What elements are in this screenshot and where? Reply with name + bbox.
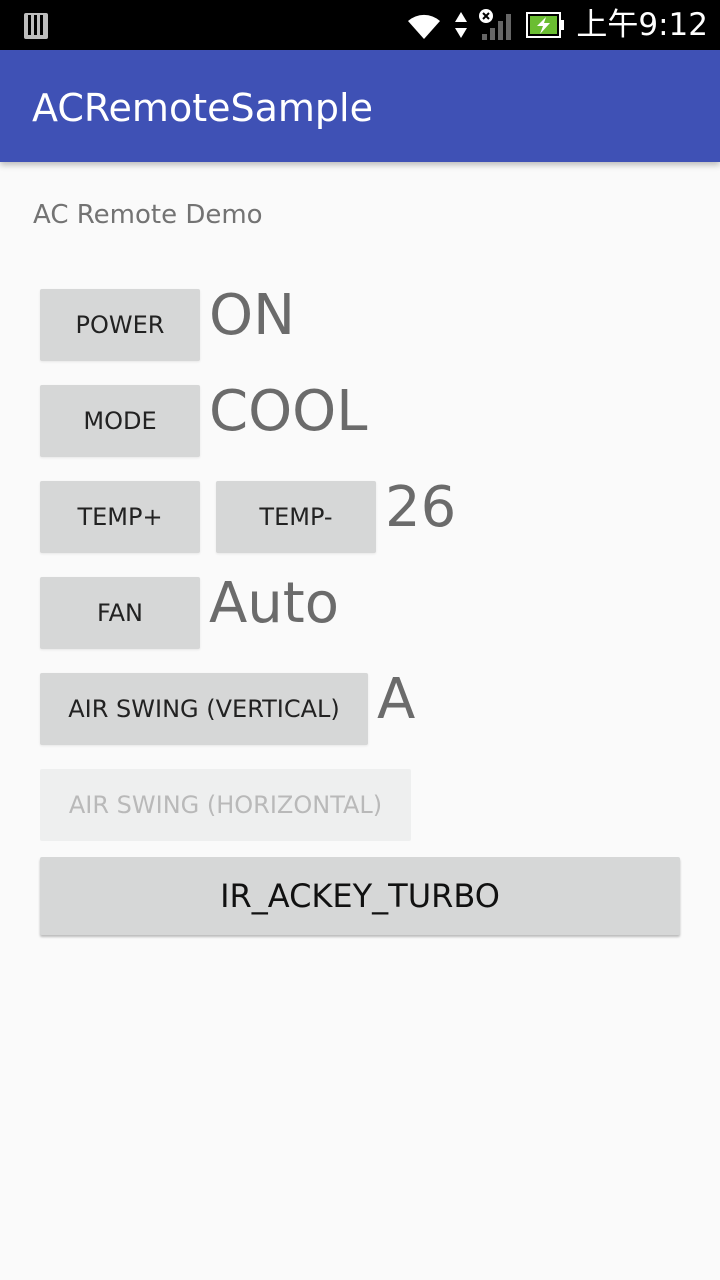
air-swing-vertical-value: A: [377, 667, 416, 732]
battery-charging-icon: [526, 12, 565, 38]
power-button[interactable]: POWER: [40, 289, 200, 361]
air-swing-horizontal-button[interactable]: AIR SWING (HORIZONTAL): [40, 769, 411, 841]
app-bar: ACRemoteSample: [0, 50, 720, 162]
wifi-icon: [408, 14, 441, 40]
temp-value: 26: [385, 475, 457, 540]
status-icons: 上午9:12: [404, 0, 708, 50]
status-bar: 上午9:12: [0, 0, 720, 50]
page-subtitle: AC Remote Demo: [33, 200, 263, 230]
status-time: 上午9:12: [576, 7, 708, 43]
air-swing-vertical-button[interactable]: AIR SWING (VERTICAL): [40, 673, 368, 745]
no-signal-icon: [479, 9, 512, 40]
temp-minus-button[interactable]: TEMP-: [216, 481, 376, 553]
data-arrows-icon: [455, 12, 468, 38]
power-value: ON: [209, 283, 295, 348]
sim-card-icon: [24, 13, 48, 39]
mode-value: COOL: [209, 379, 368, 444]
turbo-button[interactable]: IR_ACKEY_TURBO: [40, 857, 680, 935]
fan-button[interactable]: FAN: [40, 577, 200, 649]
temp-plus-button[interactable]: TEMP+: [40, 481, 200, 553]
fan-value: Auto: [209, 571, 340, 636]
app-title: ACRemoteSample: [32, 86, 373, 130]
mode-button[interactable]: MODE: [40, 385, 200, 457]
